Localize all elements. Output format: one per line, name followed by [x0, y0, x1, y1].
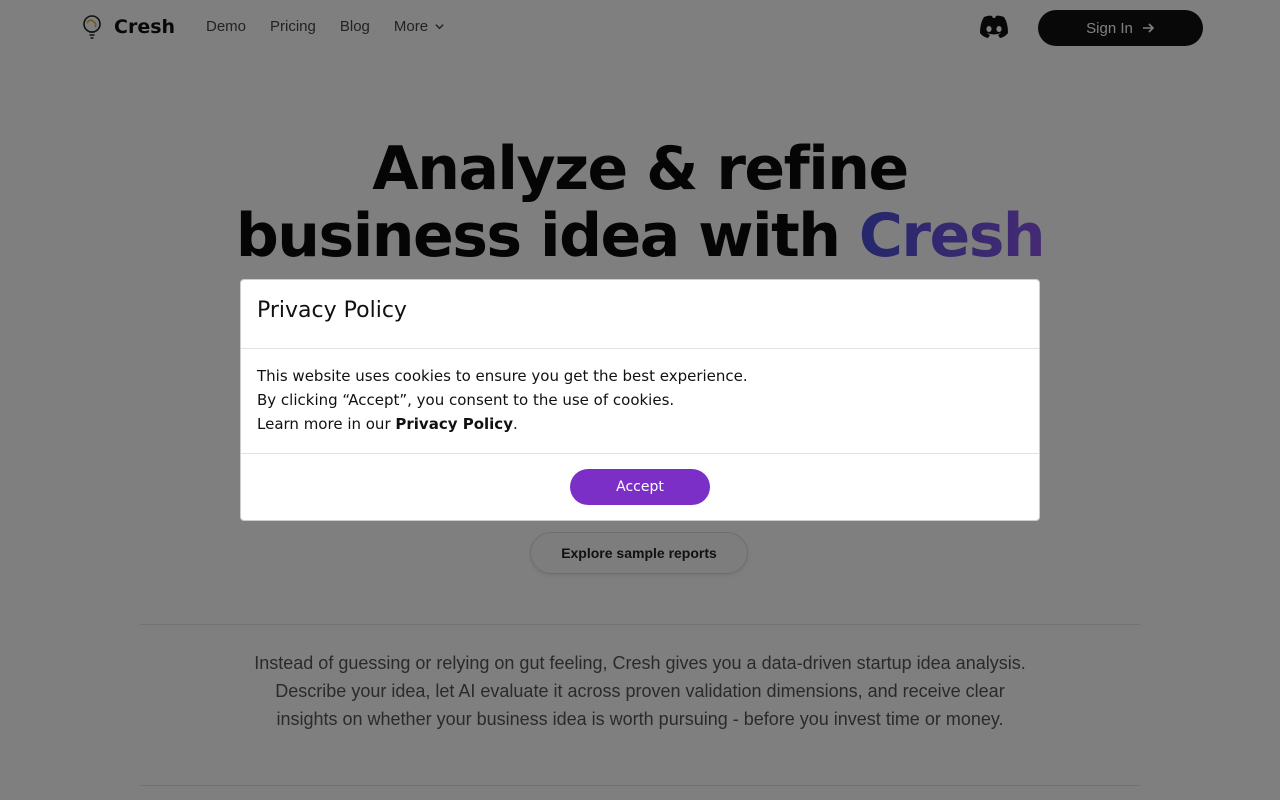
dialog-footer-divider	[241, 453, 1039, 454]
learn-more-suffix: .	[512, 415, 518, 433]
privacy-policy-dialog: Privacy Policy This website uses cookies…	[240, 279, 1040, 521]
cookie-notice-line-1: This website uses cookies to ensure you …	[257, 367, 748, 385]
dialog-title: Privacy Policy	[257, 298, 407, 323]
learn-more-prefix: Learn more in our	[257, 415, 396, 433]
accept-button[interactable]: Accept	[570, 469, 710, 505]
dialog-body: This website uses cookies to ensure you …	[257, 364, 748, 436]
cookie-notice-line-2: By clicking “Accept”, you consent to the…	[257, 391, 675, 409]
privacy-policy-link[interactable]: Privacy Policy	[395, 415, 513, 433]
cookie-notice-line-3: Learn more in our Privacy Policy.	[257, 412, 748, 436]
dialog-header-divider	[241, 348, 1039, 349]
